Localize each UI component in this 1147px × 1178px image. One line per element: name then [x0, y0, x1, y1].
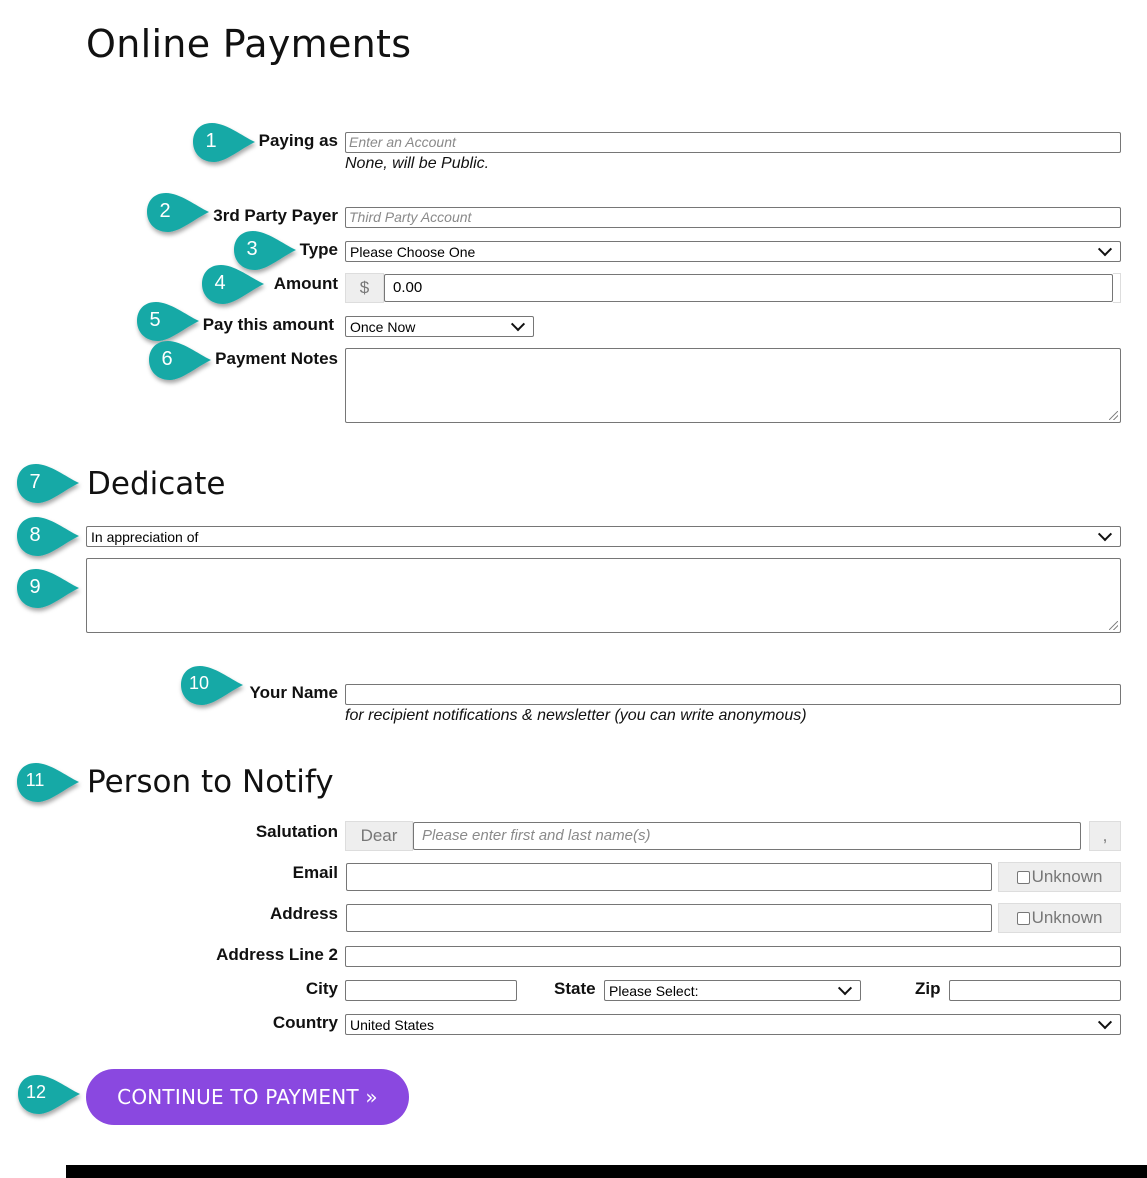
city-label: City — [305, 979, 338, 998]
state-label: State — [554, 979, 596, 998]
state-selected: Please Select: — [609, 982, 699, 999]
callout-number: 10 — [188, 673, 210, 693]
zip-input[interactable] — [949, 980, 1121, 1001]
callout-number: 7 — [29, 471, 41, 493]
chevron-down-icon — [837, 980, 853, 995]
frequency-select[interactable]: Once Now — [345, 316, 534, 337]
email-unknown-checkbox[interactable] — [1016, 870, 1030, 884]
resize-handle-icon[interactable] — [1109, 411, 1118, 420]
callout-number: 2 — [159, 200, 171, 222]
chevron-down-icon — [1097, 1014, 1113, 1029]
page-title: Online Payments — [86, 22, 412, 66]
callout-badge-4: 4 — [201, 264, 264, 304]
address-input[interactable] — [346, 904, 992, 932]
notes-label: Payment Notes — [215, 349, 338, 368]
address2-input[interactable] — [345, 946, 1121, 967]
state-select[interactable]: Please Select: — [604, 980, 861, 1001]
currency-addon: $ — [345, 273, 384, 303]
callout-number: 11 — [25, 770, 45, 790]
paying-as-help: None, will be Public. — [345, 155, 490, 172]
callout-number: 12 — [25, 1082, 47, 1102]
amount-label: Amount — [273, 274, 338, 293]
email-unknown-label: Unknown — [1031, 867, 1103, 886]
email-label: Email — [292, 863, 338, 882]
callout-badge-7: 7 — [16, 463, 79, 503]
callout-badge-2: 2 — [146, 192, 209, 232]
amount-input-border — [1113, 273, 1121, 303]
callout-badge-6: 6 — [148, 340, 211, 380]
callout-number: 1 — [205, 130, 217, 152]
dedicate-textarea[interactable] — [86, 558, 1121, 633]
callout-badge-11: 11 — [16, 762, 79, 802]
notes-textarea[interactable] — [345, 348, 1121, 423]
address-unknown-label: Unknown — [1031, 908, 1103, 927]
chevron-down-icon — [1097, 241, 1113, 256]
email-unknown-addon[interactable]: Unknown — [998, 862, 1121, 892]
third-party-input[interactable]: Third Party Account — [345, 207, 1121, 228]
country-label: Country — [272, 1013, 338, 1032]
type-select[interactable]: Please Choose One — [345, 241, 1121, 262]
city-input[interactable] — [345, 980, 517, 1001]
callout-number: 9 — [29, 576, 41, 598]
country-selected: United States — [350, 1016, 435, 1033]
continue-to-payment-button[interactable]: CONTINUE TO PAYMENT » — [86, 1069, 409, 1125]
address2-label: Address Line 2 — [216, 945, 338, 964]
resize-handle-icon[interactable] — [1109, 621, 1118, 630]
country-select[interactable]: United States — [345, 1014, 1121, 1035]
callout-number: 4 — [214, 272, 226, 294]
frequency-label: Pay this amount — [202, 315, 334, 334]
type-label: Type — [299, 240, 338, 259]
callout-badge-5: 5 — [136, 301, 199, 341]
your-name-help: for recipient notifications & newsletter… — [345, 707, 807, 724]
your-name-label: Your Name — [249, 683, 339, 702]
frequency-selected: Once Now — [350, 318, 416, 335]
third-party-placeholder: Third Party Account — [349, 209, 472, 225]
callout-number: 3 — [246, 238, 258, 260]
address-unknown-addon[interactable]: Unknown — [998, 903, 1121, 933]
callout-number: 5 — [149, 309, 161, 331]
callout-badge-10: 10 — [180, 665, 243, 705]
salutation-prefix: Dear — [345, 821, 413, 851]
amount-input[interactable]: 0.00 — [384, 274, 1113, 302]
address-unknown-checkbox[interactable] — [1016, 911, 1030, 925]
chevron-down-icon — [1097, 526, 1113, 541]
callout-number: 8 — [29, 524, 41, 546]
address-label: Address — [269, 904, 338, 923]
callout-badge-9: 9 — [16, 568, 79, 608]
salutation-placeholder: Please enter first and last name(s) — [422, 827, 651, 844]
callout-badge-8: 8 — [16, 516, 79, 556]
paying-as-label: Paying as — [258, 131, 338, 150]
your-name-input[interactable] — [345, 684, 1121, 705]
salutation-suffix: , — [1089, 821, 1121, 851]
callout-number: 6 — [161, 348, 173, 370]
third-party-label: 3rd Party Payer — [213, 206, 338, 225]
salutation-label: Salutation — [255, 822, 338, 841]
notify-heading: Person to Notify — [87, 764, 334, 800]
email-input[interactable] — [346, 863, 992, 891]
chevron-down-icon — [510, 316, 526, 331]
salutation-input[interactable]: Please enter first and last name(s) — [413, 822, 1081, 850]
paying-as-input[interactable]: Enter an Account — [345, 132, 1121, 153]
footer-bar — [66, 1165, 1147, 1178]
dedicate-selected: In appreciation of — [91, 528, 199, 545]
dedicate-select[interactable]: In appreciation of — [86, 526, 1121, 547]
type-selected: Please Choose One — [350, 243, 476, 260]
callout-badge-12: 12 — [17, 1074, 80, 1114]
zip-label: Zip — [915, 979, 941, 998]
paying-as-placeholder: Enter an Account — [349, 134, 456, 150]
callout-badge-1: 1 — [192, 122, 255, 162]
dedicate-heading: Dedicate — [87, 466, 226, 502]
